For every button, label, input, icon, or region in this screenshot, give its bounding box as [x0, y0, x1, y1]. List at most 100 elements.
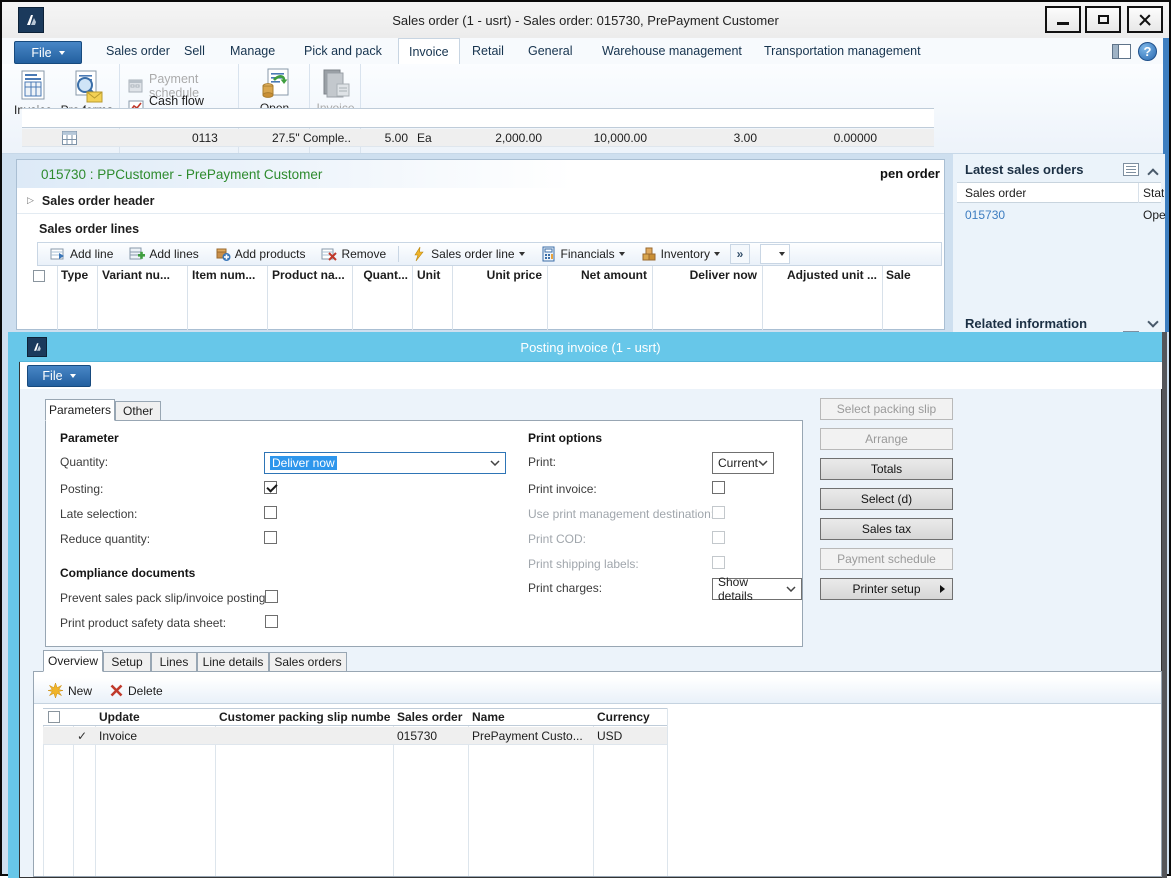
col-product[interactable]: Product na...: [272, 268, 348, 282]
financials-icon: [541, 246, 557, 262]
new-star-icon: [48, 683, 63, 698]
col-update[interactable]: Update: [99, 710, 214, 724]
col-sale[interactable]: Sale: [886, 268, 936, 282]
prevent-posting-checkbox[interactable]: [265, 590, 278, 603]
printer-setup-button[interactable]: Printer setup: [820, 578, 953, 600]
file-menu-button[interactable]: File: [14, 41, 82, 64]
tab-invoice[interactable]: Invoice: [398, 38, 460, 64]
print-invoice-label: Print invoice:: [528, 482, 597, 496]
reduce-quantity-checkbox[interactable]: [264, 531, 277, 544]
title-bar[interactable]: Sales order (1 - usrt) - Sales order: 01…: [2, 2, 1169, 38]
tab-parameters[interactable]: Parameters: [45, 399, 115, 421]
chevron-down-icon: [758, 460, 768, 466]
print-invoice-checkbox[interactable]: [712, 481, 725, 494]
tab-line-details[interactable]: Line details: [197, 652, 269, 672]
collapse-chevron-icon[interactable]: [1147, 168, 1158, 179]
expand-chevron-icon[interactable]: [1147, 316, 1158, 327]
dialog-file-strip: [20, 362, 1162, 389]
tab-overview[interactable]: Overview: [43, 650, 103, 672]
col-variant[interactable]: Variant nu...: [102, 268, 184, 282]
prevent-posting-label: Prevent sales pack slip/invoice posting:: [60, 591, 269, 605]
cell-net-amount[interactable]: 10,000.00: [552, 131, 647, 145]
col-sales-order[interactable]: Sales order: [397, 710, 467, 724]
toolbar-overflow-button[interactable]: »: [730, 244, 750, 264]
cell-adjusted-unit[interactable]: 0.00000: [767, 131, 877, 145]
factbox-col-sales-order[interactable]: Sales order: [965, 186, 1026, 200]
cell-product-name[interactable]: 27.5" Comple...: [272, 131, 350, 145]
select-button[interactable]: Select (d): [820, 488, 953, 510]
inventory-menu[interactable]: Inventory: [635, 246, 726, 262]
col-item[interactable]: Item num...: [192, 268, 264, 282]
factbox-col-status[interactable]: Stat: [1143, 186, 1164, 200]
tab-setup[interactable]: Setup: [103, 652, 151, 672]
totals-button[interactable]: Totals: [820, 458, 953, 480]
tab-sales-order[interactable]: Sales order: [96, 38, 180, 64]
tab-retail[interactable]: Retail: [462, 38, 514, 64]
factbox-order-link[interactable]: 015730: [965, 208, 1005, 222]
dialog-file-menu-button[interactable]: File: [27, 365, 91, 387]
tab-lines[interactable]: Lines: [151, 652, 197, 672]
quantity-combobox[interactable]: Deliver now: [264, 452, 506, 474]
select-all-checkbox[interactable]: [33, 270, 45, 282]
tab-other[interactable]: Other: [115, 401, 161, 421]
toolbar-dropdown[interactable]: [760, 244, 790, 264]
minimize-button[interactable]: [1045, 6, 1081, 33]
add-products-button[interactable]: Add products: [209, 246, 312, 262]
add-line-button[interactable]: Add line: [44, 246, 119, 262]
cell-name[interactable]: PrePayment Custo...: [472, 729, 592, 743]
posting-checkbox[interactable]: [264, 481, 277, 494]
col-type[interactable]: Type: [61, 268, 95, 282]
cell-quantity[interactable]: 5.00: [354, 131, 408, 145]
cell-unit-price[interactable]: 2,000.00: [457, 131, 542, 145]
sales-order-header-section[interactable]: ▷ Sales order header: [17, 188, 944, 214]
tab-sell[interactable]: Sell: [174, 38, 215, 64]
col-adjusted-unit[interactable]: Adjusted unit ...: [767, 268, 877, 282]
cell-deliver-now[interactable]: 3.00: [657, 131, 757, 145]
col-unit[interactable]: Unit: [417, 268, 449, 282]
cell-unit[interactable]: Ea: [417, 131, 449, 145]
cell-update[interactable]: Invoice: [99, 729, 214, 743]
cell-currency[interactable]: USD: [597, 729, 659, 743]
factbox-table-header: Sales order Stat: [957, 182, 1161, 203]
close-button[interactable]: [1127, 6, 1163, 33]
col-packing-slip[interactable]: Customer packing slip number: [219, 710, 391, 724]
window-title: Sales order (1 - usrt) - Sales order: 01…: [2, 2, 1169, 38]
print-options-heading: Print options: [528, 431, 602, 445]
expand-arrow-icon[interactable]: ▷: [27, 195, 34, 206]
print-select[interactable]: Current: [712, 452, 774, 474]
financials-menu[interactable]: Financials: [535, 246, 631, 262]
print-charges-value: Show details: [718, 575, 786, 603]
col-name[interactable]: Name: [472, 710, 592, 724]
dialog-app-icon: [27, 337, 47, 357]
late-selection-checkbox[interactable]: [264, 506, 277, 519]
delete-button[interactable]: Delete: [110, 684, 163, 698]
cell-item-number[interactable]: 0113: [192, 131, 264, 145]
tab-manage[interactable]: Manage: [220, 38, 285, 64]
tab-general[interactable]: General: [518, 38, 582, 64]
select-all-checkbox[interactable]: [48, 711, 60, 723]
help-icon[interactable]: ?: [1138, 42, 1157, 61]
add-lines-button[interactable]: Add lines: [123, 246, 204, 262]
sales-order-line-menu[interactable]: Sales order line: [405, 246, 530, 262]
print-charges-select[interactable]: Show details: [712, 578, 802, 600]
tab-pick-and-pack[interactable]: Pick and pack: [294, 38, 392, 64]
layout-panel-icon[interactable]: [1112, 44, 1131, 59]
factbox-window-icon[interactable]: [1123, 163, 1139, 176]
col-quantity[interactable]: Quant...: [354, 268, 408, 282]
tab-sales-orders[interactable]: Sales orders: [269, 652, 347, 672]
cell-sales-order[interactable]: 015730: [397, 729, 467, 743]
col-net-amount[interactable]: Net amount: [552, 268, 647, 282]
dialog-title-bar[interactable]: Posting invoice (1 - usrt): [19, 332, 1162, 362]
maximize-button[interactable]: [1085, 6, 1121, 33]
col-unit-price[interactable]: Unit price: [457, 268, 542, 282]
tab-warehouse-management[interactable]: Warehouse management: [592, 38, 752, 64]
dialog-title: Posting invoice (1 - usrt): [19, 332, 1162, 362]
new-button[interactable]: New: [48, 683, 92, 698]
col-currency[interactable]: Currency: [597, 710, 659, 724]
col-deliver-now[interactable]: Deliver now: [657, 268, 757, 282]
safety-sheet-checkbox[interactable]: [265, 615, 278, 628]
remove-button[interactable]: Remove: [315, 246, 392, 262]
print-cod-label: Print COD:: [528, 532, 586, 546]
sales-tax-button[interactable]: Sales tax: [820, 518, 953, 540]
tab-transportation-management[interactable]: Transportation management: [754, 38, 931, 64]
